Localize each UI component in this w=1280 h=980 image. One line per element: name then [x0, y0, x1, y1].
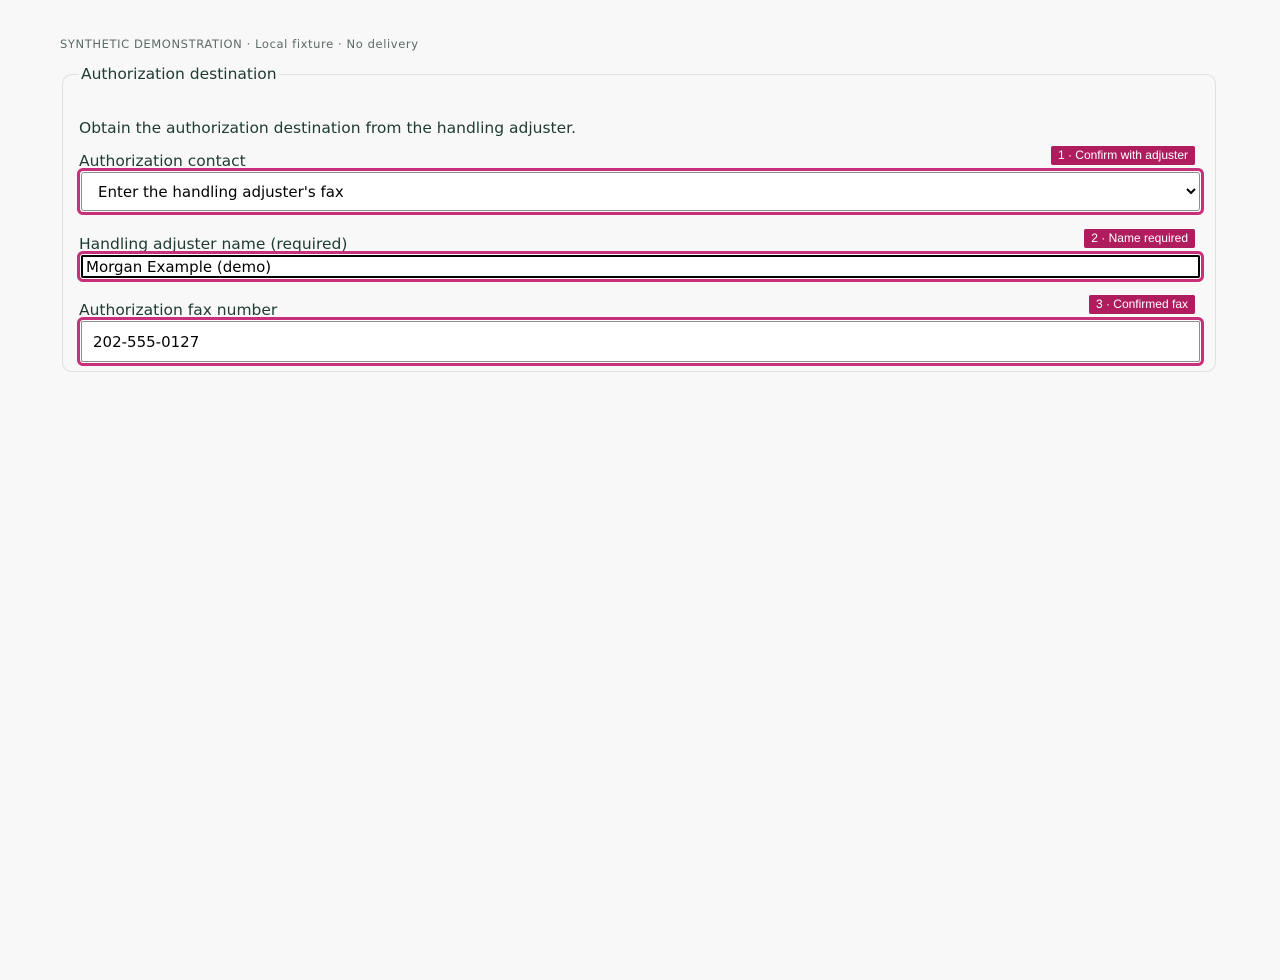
- authorization-destination-fieldset: Authorization destination Obtain the aut…: [62, 65, 1216, 372]
- adjuster-highlight: [77, 251, 1204, 282]
- fax-number-input[interactable]: [81, 321, 1200, 362]
- intro-text: Obtain the authorization destination fro…: [79, 119, 577, 137]
- adjuster-name-input[interactable]: [81, 255, 1200, 278]
- fax-highlight: [77, 317, 1204, 366]
- demo-banner: SYNTHETIC DEMONSTRATION · Local fixture …: [60, 37, 419, 51]
- step-3-badge: 3 · Confirmed fax: [1088, 295, 1195, 314]
- contact-highlight: Enter the handling adjuster's fax: [77, 168, 1204, 215]
- fieldset-legend: Authorization destination: [81, 65, 277, 83]
- step-2-badge: 2 · Name required: [1084, 229, 1195, 248]
- authorization-contact-select[interactable]: Enter the handling adjuster's fax: [81, 172, 1200, 211]
- step-1-badge: 1 · Confirm with adjuster: [1050, 146, 1195, 165]
